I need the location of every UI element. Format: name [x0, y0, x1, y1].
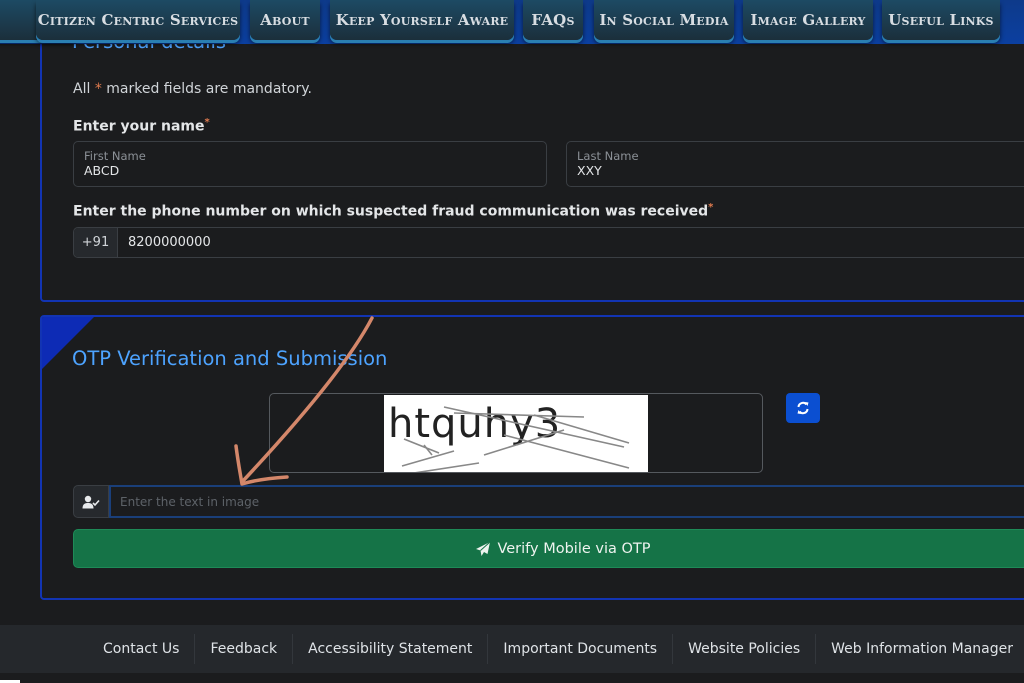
nav-item-label: Image Gallery: [750, 11, 866, 29]
last-name-field[interactable]: Last Name XXY: [566, 141, 1024, 187]
captcha-input-addon: [73, 485, 109, 518]
nav-item-label: FAQs: [531, 11, 575, 29]
nav-item-citizen-centric-services[interactable]: Citizen Centric Services: [36, 0, 240, 40]
paper-plane-icon: [476, 541, 491, 556]
last-name-label: Last Name: [577, 149, 639, 163]
refresh-icon: [797, 401, 809, 415]
phone-label-text: Enter the phone number on which suspecte…: [73, 203, 709, 220]
page-bottom-strip: [0, 673, 1024, 683]
first-name-field[interactable]: First Name ABCD: [73, 141, 547, 187]
nav-item-label: Useful Links: [888, 11, 994, 29]
main-navbar: me Citizen Centric Services About Keep Y…: [0, 0, 1024, 44]
last-name-value[interactable]: XXY: [577, 163, 1024, 178]
footer-link-website-policies[interactable]: Website Policies: [673, 634, 817, 664]
name-label: Enter your name*: [73, 117, 210, 135]
nav-item-useful-links[interactable]: Useful Links: [882, 0, 1000, 40]
mandatory-prefix: All: [73, 81, 91, 97]
footer-links-bar: Contact Us Feedback Accessibility Statem…: [0, 625, 1024, 673]
nav-item-image-gallery[interactable]: Image Gallery: [743, 0, 873, 40]
nav-item-label: In Social Media: [599, 11, 729, 29]
nav-item-faqs[interactable]: FAQs: [523, 0, 583, 40]
phone-label: Enter the phone number on which suspecte…: [73, 202, 713, 220]
mandatory-note: All * marked fields are mandatory.: [73, 81, 312, 97]
captcha-input-group: [73, 485, 1024, 518]
captcha-text-input[interactable]: [109, 485, 1024, 518]
nav-item-label: Citizen Centric Services: [37, 11, 239, 29]
first-name-label: First Name: [84, 149, 146, 163]
required-star: *: [204, 117, 210, 128]
verify-button-label: Verify Mobile via OTP: [497, 540, 651, 557]
mandatory-suffix: marked fields are mandatory.: [106, 81, 312, 97]
footer-link-web-information-manager[interactable]: Web Information Manager: [816, 634, 1024, 664]
user-check-icon: [82, 495, 100, 508]
verify-mobile-otp-button[interactable]: Verify Mobile via OTP: [73, 529, 1024, 568]
otp-verification-card: OTP Verification and Submission htquhy3: [40, 315, 1024, 600]
nav-item-about[interactable]: About: [250, 0, 320, 40]
country-code-prefix: +91: [74, 228, 118, 257]
nav-item-keep-yourself-aware[interactable]: Keep Yourself Aware: [330, 0, 514, 40]
required-star: *: [94, 81, 102, 97]
required-star: *: [708, 202, 714, 213]
footer-link-accessibility-statement[interactable]: Accessibility Statement: [293, 634, 489, 664]
nav-item-label: Keep Yourself Aware: [335, 11, 509, 29]
nav-item-in-social-media[interactable]: In Social Media: [594, 0, 734, 40]
footer-link-important-documents[interactable]: Important Documents: [488, 634, 674, 664]
phone-number-input[interactable]: 8200000000: [118, 228, 1024, 257]
nav-item-label: About: [260, 11, 310, 29]
captcha-refresh-button[interactable]: [786, 393, 820, 423]
captcha-text: htquhy3: [388, 401, 561, 447]
first-name-value[interactable]: ABCD: [84, 163, 536, 178]
phone-input-group: +91 8200000000: [73, 227, 1024, 258]
captcha-image: htquhy3: [384, 395, 648, 474]
name-label-text: Enter your name: [73, 118, 205, 135]
footer-link-feedback[interactable]: Feedback: [195, 634, 294, 664]
footer-link-contact-us[interactable]: Contact Us: [88, 634, 196, 664]
captcha-container: htquhy3: [269, 393, 763, 474]
otp-section-title: OTP Verification and Submission: [72, 347, 388, 370]
personal-details-card: Personal details All * marked fields are…: [40, 20, 1024, 302]
